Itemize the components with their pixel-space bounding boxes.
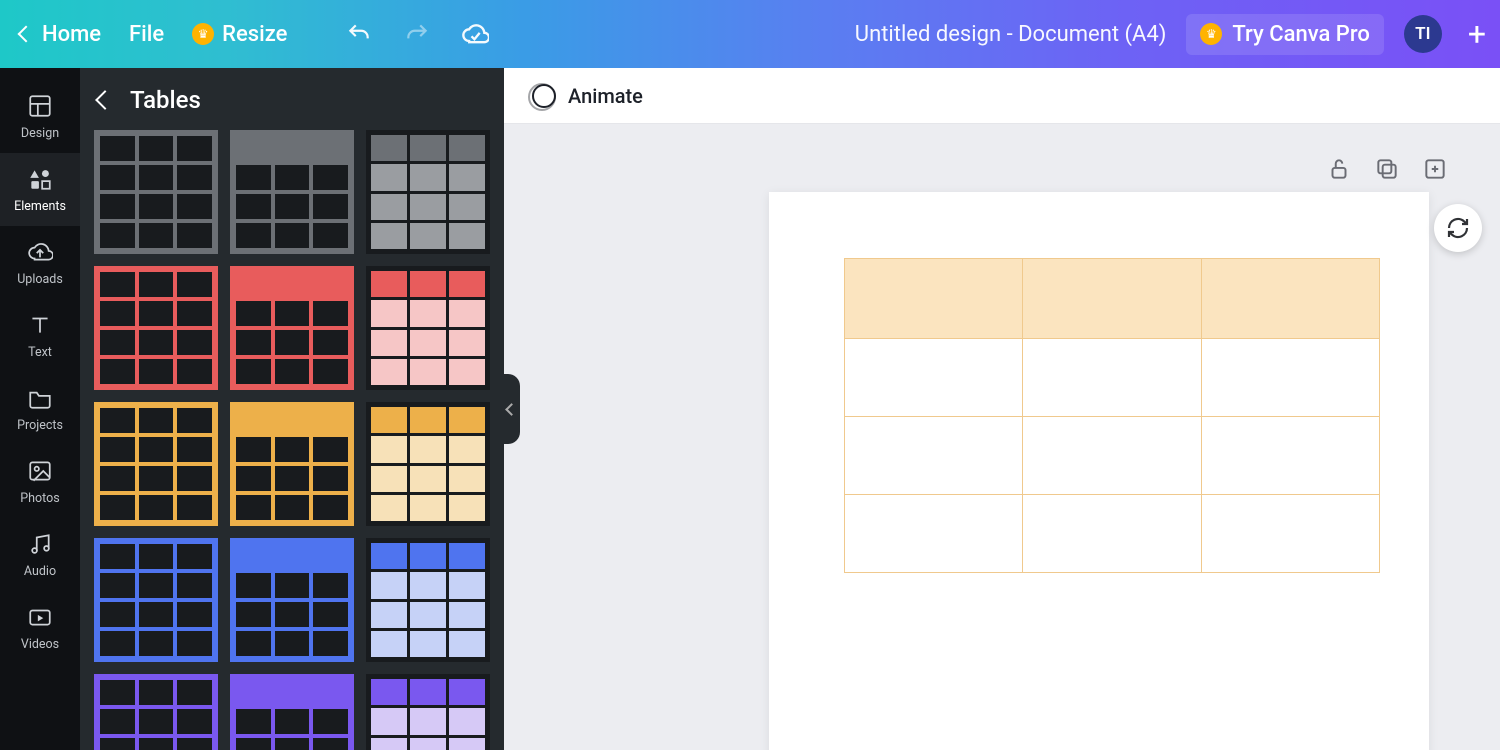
nav-item-photos[interactable]: Photos: [0, 445, 80, 518]
panel-collapse-handle[interactable]: [500, 374, 520, 444]
nav-item-videos[interactable]: Videos: [0, 591, 80, 664]
table-cell[interactable]: [1023, 495, 1201, 573]
table-template[interactable]: [94, 538, 218, 662]
add-button[interactable]: +: [1462, 15, 1492, 53]
nav-item-audio[interactable]: Audio: [0, 518, 80, 591]
home-button[interactable]: Home: [20, 22, 101, 47]
table-template[interactable]: [366, 130, 490, 254]
table-template[interactable]: [366, 266, 490, 390]
layout-icon: [26, 92, 54, 120]
table-cell[interactable]: [1201, 417, 1379, 495]
file-menu-button[interactable]: File: [129, 22, 164, 47]
music-icon: [26, 530, 54, 558]
table-cell[interactable]: [845, 259, 1023, 339]
resize-button[interactable]: Resize: [192, 22, 287, 47]
nav-label: Elements: [14, 199, 66, 214]
document-page[interactable]: [769, 192, 1429, 750]
cloud-up-icon: [26, 238, 54, 266]
video-icon: [26, 603, 54, 631]
table-template[interactable]: [230, 402, 354, 526]
image-icon: [26, 457, 54, 485]
nav-item-uploads[interactable]: Uploads: [0, 226, 80, 299]
side-nav-rail: Design Elements Uploads Text Projects Photos A…: [0, 68, 80, 750]
table-template[interactable]: [230, 130, 354, 254]
nav-label: Videos: [21, 637, 59, 652]
nav-label: Design: [21, 126, 59, 141]
canvas-table-element[interactable]: [844, 258, 1380, 573]
animate-label: Animate: [568, 84, 643, 108]
nav-item-text[interactable]: Text: [0, 299, 80, 372]
table-cell[interactable]: [1201, 339, 1379, 417]
text-icon: [26, 311, 54, 339]
nav-item-elements[interactable]: Elements: [0, 153, 80, 226]
table-cell[interactable]: [1201, 259, 1379, 339]
home-label: Home: [42, 22, 101, 47]
table-cell[interactable]: [1023, 417, 1201, 495]
nav-label: Photos: [20, 491, 59, 506]
table-template[interactable]: [366, 402, 490, 526]
nav-label: Uploads: [17, 272, 63, 287]
table-template[interactable]: [94, 130, 218, 254]
app-body: Design Elements Uploads Text Projects Photos A…: [0, 68, 1500, 750]
table-template-grid: [94, 130, 490, 750]
panel-back-button[interactable]: [95, 90, 115, 110]
toolbar-right-group: Untitled design - Document (A4) Try Canv…: [855, 14, 1492, 55]
table-cell[interactable]: [1201, 495, 1379, 573]
user-avatar[interactable]: TI: [1404, 15, 1442, 53]
toolbar-left-group: Home File Resize: [20, 20, 489, 48]
table-template[interactable]: [230, 538, 354, 662]
panel-body: [80, 126, 504, 750]
stage[interactable]: [504, 124, 1500, 750]
crown-icon: [192, 23, 214, 45]
table-cell[interactable]: [845, 417, 1023, 495]
refresh-fab[interactable]: [1434, 204, 1482, 252]
folder-icon: [26, 384, 54, 412]
try-pro-button[interactable]: Try Canva Pro: [1186, 14, 1383, 55]
file-label: File: [129, 22, 164, 47]
try-pro-label: Try Canva Pro: [1232, 22, 1369, 47]
top-toolbar: Home File Resize Untitled design - Docum…: [0, 0, 1500, 68]
redo-button[interactable]: [403, 20, 431, 48]
panel-header: Tables: [80, 68, 504, 126]
chevron-left-icon: [18, 26, 35, 43]
duplicate-page-button[interactable]: [1374, 156, 1400, 182]
table-template[interactable]: [94, 674, 218, 750]
undo-button[interactable]: [345, 20, 373, 48]
nav-label: Audio: [24, 564, 56, 579]
crown-icon: [1200, 23, 1222, 45]
canvas-area: Animate: [504, 68, 1500, 750]
table-template[interactable]: [94, 402, 218, 526]
lock-page-button[interactable]: [1326, 156, 1352, 182]
nav-item-design[interactable]: Design: [0, 80, 80, 153]
shapes-icon: [26, 165, 54, 193]
elements-panel: Tables: [80, 68, 504, 750]
table-template[interactable]: [366, 674, 490, 750]
nav-item-projects[interactable]: Projects: [0, 372, 80, 445]
nav-label: Projects: [17, 418, 63, 433]
table-cell[interactable]: [845, 495, 1023, 573]
nav-label: Text: [28, 345, 52, 360]
animate-button[interactable]: Animate: [532, 84, 643, 108]
animate-icon: [532, 84, 556, 108]
table-template[interactable]: [94, 266, 218, 390]
page-tools: [1326, 156, 1448, 182]
document-title[interactable]: Untitled design - Document (A4): [855, 22, 1167, 47]
sync-status-icon[interactable]: [461, 20, 489, 48]
table-cell[interactable]: [845, 339, 1023, 417]
table-template[interactable]: [230, 266, 354, 390]
history-icons-group: [345, 20, 489, 48]
table-template[interactable]: [366, 538, 490, 662]
resize-label: Resize: [222, 22, 287, 47]
table-template[interactable]: [230, 674, 354, 750]
context-toolbar: Animate: [504, 68, 1500, 124]
panel-title: Tables: [130, 86, 201, 114]
table-cell[interactable]: [1023, 259, 1201, 339]
table-cell[interactable]: [1023, 339, 1201, 417]
add-page-button[interactable]: [1422, 156, 1448, 182]
